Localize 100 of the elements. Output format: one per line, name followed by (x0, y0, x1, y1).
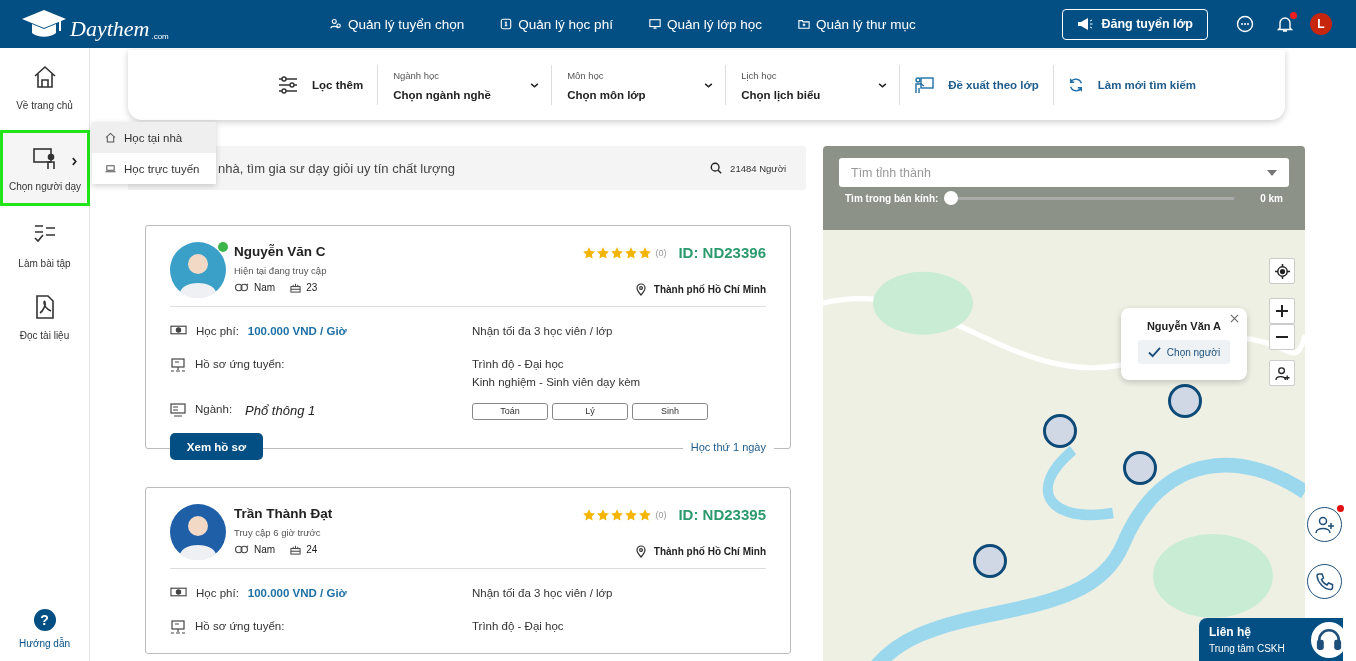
caret-icon (1267, 169, 1277, 176)
reset-search-button[interactable]: Làm mới tìm kiếm (1053, 65, 1211, 105)
help-link[interactable]: ? Hướng dẫn (0, 609, 89, 661)
more-filters-button[interactable]: Lọc thêm (278, 65, 379, 105)
radius-value: 0 km (1260, 192, 1283, 204)
chevron-right-icon (72, 157, 77, 166)
subject-tag: Sinh (632, 403, 708, 420)
phone-icon (1314, 571, 1335, 592)
minus-icon (1276, 336, 1288, 338)
locate-button[interactable] (1269, 258, 1295, 284)
filter-dropdown[interactable]: Ngành học Chọn ngành nghề (378, 65, 553, 105)
bell-icon[interactable] (1276, 15, 1294, 33)
sidebar-item[interactable]: Về trang chủ (0, 58, 89, 118)
suggest-button[interactable]: Đề xuất theo lớp (900, 65, 1054, 105)
gender-text: Nam (254, 282, 276, 293)
submenu-item[interactable]: Học tại nhà (92, 122, 216, 153)
help-icon: ? (33, 609, 56, 631)
banknote-icon (170, 325, 187, 335)
post-class-button[interactable]: Đăng tuyển lớp (1062, 8, 1208, 40)
user-avatar[interactable]: L (1310, 13, 1332, 35)
laptop-icon (105, 163, 116, 174)
tutor-status: Hiện tại đang truy cập (234, 265, 328, 276)
phone-button[interactable] (1307, 564, 1342, 599)
add-friend-button[interactable] (1307, 507, 1342, 542)
sidebar-item[interactable]: Đọc tài liệu (0, 288, 89, 348)
star-icon (611, 508, 624, 521)
trial-text: Học thứ 1 ngày (682, 440, 774, 453)
sidebar-item[interactable]: Làm bài tập (0, 216, 89, 276)
view-profile-button[interactable]: Xem hồ sơ (170, 433, 263, 460)
checkmark-icon (1147, 346, 1161, 358)
star-icon (597, 508, 610, 521)
chevron-down-icon (530, 82, 540, 88)
gender-text: Nam (254, 544, 276, 555)
profile-detail: Trình độ - Đại học (472, 620, 564, 632)
nav-link[interactable]: Quản lý thư mục (798, 16, 916, 32)
chat-icon[interactable] (1236, 15, 1254, 33)
plus-icon (1276, 305, 1288, 317)
sidebar-item[interactable]: Chọn người dạy (0, 130, 90, 206)
people-icon (330, 18, 342, 30)
age-text: 23 (306, 282, 318, 293)
fee-label: Học phí: (196, 325, 239, 337)
select-person-button[interactable]: Chọn người (1137, 340, 1231, 364)
zoom-out-button[interactable] (1269, 324, 1295, 350)
sliders-icon (278, 75, 298, 95)
fee-value: 100.000 VND / Giờ (247, 325, 347, 337)
profile-label: Hồ sơ ứng tuyển: (195, 620, 285, 632)
profile-detail: Kinh nghiệm - Sinh viên dạy kèm (472, 376, 641, 388)
cake-icon (290, 282, 302, 293)
tutor-name[interactable]: Trần Thành Đạt (234, 506, 333, 521)
tutor-id: ID: ND23395 (678, 506, 766, 523)
refresh-icon (1067, 77, 1084, 93)
tutor-id: ID: ND23396 (678, 244, 766, 261)
location-pin-icon (635, 283, 646, 296)
zoom-in-button[interactable] (1269, 298, 1295, 324)
logo-suffix: .com (151, 32, 169, 41)
filter-dropdown[interactable]: Môn học Chọn môn lớp (552, 65, 727, 105)
chevron-down-icon (704, 82, 714, 88)
result-count: 21484 Người (730, 162, 786, 174)
star-icon (597, 246, 610, 259)
presenter-icon (914, 75, 935, 95)
teacher-icon (32, 145, 58, 171)
capacity-text: Nhận tối đa 3 học viên / lớp (472, 587, 613, 601)
slider-thumb[interactable] (944, 191, 959, 205)
logo-text: Daythem (70, 16, 150, 42)
add-user-icon (1314, 514, 1335, 535)
nav-link[interactable]: Quản lý tuyển chọn (330, 16, 465, 32)
star-icon (611, 246, 624, 259)
close-icon[interactable] (1230, 314, 1239, 323)
crosshair-icon (1274, 263, 1290, 279)
review-count: (0) (655, 509, 667, 520)
home-icon (105, 132, 116, 143)
add-person-button[interactable] (1269, 360, 1295, 386)
add-user-icon (1274, 365, 1290, 381)
banknote-icon (170, 587, 187, 597)
star-icon (639, 508, 652, 521)
profile-detail: Trình độ - Đại học (472, 358, 565, 370)
fee-value: 100.000 VND / Giờ (247, 587, 347, 599)
radius-label: Tìm trong bán kính: (845, 192, 939, 204)
folder-icon (798, 18, 811, 30)
search-field[interactable]: nhà, tìm gia sư dạy giỏi uy tín chất lượng (216, 159, 703, 177)
nav-link[interactable]: Quản lý lớp học (648, 16, 763, 32)
subject-tag: Toán (472, 403, 548, 420)
monitor-icon (648, 18, 661, 30)
major-label: Ngành: (195, 403, 233, 415)
location-text: Thành phố Hồ Chí Minh (653, 284, 766, 295)
contact-support-button[interactable]: Liên hệ Trung tâm CSKH (1199, 618, 1343, 661)
nav-link[interactable]: Quản lý học phí (500, 16, 613, 32)
filter-dropdown[interactable]: Lịch học Chọn lịch biểu (726, 65, 901, 105)
tutor-status: Truy cập 6 giờ trước (234, 527, 322, 538)
monitor-icon (170, 403, 186, 417)
major-value: Phổ thông 1 (245, 403, 316, 418)
megaphone-icon (1077, 17, 1094, 31)
location-text: Thành phố Hồ Chí Minh (653, 546, 766, 557)
online-dot (218, 242, 228, 252)
tutor-name[interactable]: Nguyễn Văn C (234, 244, 328, 259)
subject-tag: Lý (552, 403, 628, 420)
location-pin-icon (635, 545, 646, 558)
star-icon (583, 508, 596, 521)
review-count: (0) (655, 247, 667, 258)
profile-label: Hồ sơ ứng tuyển: (195, 358, 285, 370)
